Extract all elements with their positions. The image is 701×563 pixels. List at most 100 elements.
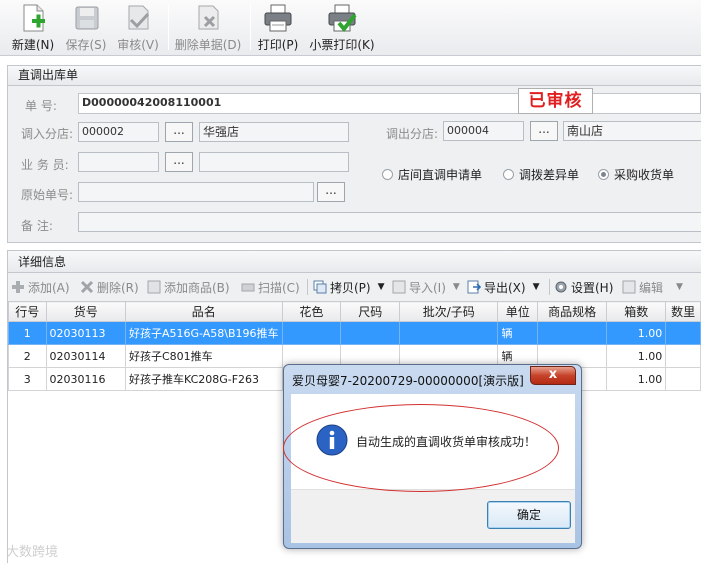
dialog-title: 爱贝母婴7-20200729-00000000[演示版] [292,374,524,388]
new-document-icon [23,4,45,32]
scan-button[interactable]: 扫描(C) [241,276,300,298]
origin-no-field[interactable] [78,182,314,202]
column-header[interactable]: 单位 [497,301,538,322]
out-store-code-field[interactable]: 000004 [443,121,524,141]
import-icon [392,280,406,294]
column-header[interactable]: 批次/子码 [399,301,499,322]
clerk-code-field[interactable] [78,152,159,172]
delete-row-label: 删除(R) [97,280,139,295]
table-cell: 辆 [497,321,538,345]
origin-no-label: 原始单号: [21,188,74,202]
in-store-lookup-button[interactable]: ... [165,122,193,142]
column-header[interactable]: 数里 [665,301,701,322]
delete-document-icon [198,5,219,30]
table-cell: 02030116 [45,367,126,391]
out-store-lookup-button[interactable]: ... [530,121,558,141]
ok-button[interactable]: 确定 [487,501,571,529]
order-no-label: 单 号: [25,99,57,113]
detail-panel-title: 详细信息 [8,251,701,273]
radio-transfer-difference[interactable]: 调拨差异单 [503,166,579,183]
column-header[interactable]: 货号 [45,301,126,322]
approve-button-label: 审核(V) [117,38,159,52]
table-cell: 3 [8,367,47,391]
clerk-label: 业 务 员: [21,158,69,172]
radio-label: 店间直调申请单 [398,168,483,182]
export-icon [467,280,481,294]
scanner-icon [241,283,255,292]
edit-button[interactable]: 编辑 ▼ [622,276,683,298]
save-button-label: 保存(S) [65,38,107,52]
radio-store-transfer-request[interactable]: 店间直调申请单 [382,166,482,183]
column-header[interactable]: 商品规格 [536,301,608,322]
main-toolbar: 新建(N) 保存(S) 审核(V) 删除单据(D) 打印(P) 小票打印(K) [0,0,701,56]
dialog-close-button[interactable]: x [530,366,576,385]
table-cell [281,321,342,345]
import-button[interactable]: 导入(I) ▼ [392,276,460,298]
table-cell: 1.00 [606,321,667,345]
receipt-print-label: 小票打印(K) [309,38,375,52]
radio-purchase-receipt[interactable]: 采购收货单 [598,166,674,183]
print-button[interactable]: 打印(P) [256,0,300,54]
dialog-footer: 确定 [291,489,575,543]
note-field[interactable] [78,212,701,232]
table-cell [340,321,401,345]
close-icon: x [548,367,558,382]
column-header[interactable]: 品名 [124,301,283,322]
copy-button[interactable]: 拷贝(P) ▼ [313,276,385,298]
new-button-label: 新建(N) [11,38,55,52]
table-cell: 1 [8,321,47,345]
in-store-code-field[interactable]: 000002 [78,122,159,142]
table-cell [399,321,499,345]
origin-lookup-button[interactable]: ... [317,182,345,202]
radio-dot [503,169,514,180]
add-row-button[interactable]: 添加(A) [11,276,70,298]
table-cell: 1.00 [606,344,667,368]
edit-label: 编辑 [639,280,664,295]
radio-dot-selected [598,169,609,180]
radio-dot [382,169,393,180]
export-label: 导出(X) [484,280,526,295]
add-product-icon [147,280,161,294]
add-product-label: 添加商品(B) [164,280,230,295]
chevron-down-icon: ▼ [532,282,540,292]
annotation-ellipse [283,404,559,492]
clerk-lookup-button[interactable]: ... [165,152,193,172]
column-header[interactable]: 尺码 [340,301,401,322]
table-row[interactable]: 1 02030113 好孩子A516G-A58\B196推车 辆 1.00 [8,321,701,345]
chevron-down-icon: ▼ [676,282,683,292]
receipt-print-button[interactable]: 小票打印(K) [308,0,376,54]
copy-icon [313,280,327,294]
settings-button[interactable]: 设置(H) [554,276,613,298]
column-header[interactable]: 箱数 [606,301,667,322]
in-store-label: 调入分店: [21,127,74,141]
save-button[interactable]: 保存(S) [64,0,108,54]
gear-icon [555,281,567,293]
new-button[interactable]: 新建(N) [10,0,56,54]
add-product-button[interactable]: 添加商品(B) [147,276,230,298]
toolbar-separator [168,4,169,50]
copy-label: 拷贝(P) [330,280,371,295]
approve-button[interactable]: 审核(V) [116,0,160,54]
detail-toolbar-separator [549,279,550,295]
column-header[interactable]: 花色 [281,301,342,322]
delete-document-label: 删除单据(D) [174,38,242,52]
approve-check-icon [128,5,150,30]
delete-row-button[interactable]: 删除(R) [80,276,139,298]
column-header[interactable]: 行号 [8,301,47,322]
printer-icon [264,4,292,32]
delete-x-icon [80,280,94,294]
watermark: 大数跨境 [6,545,59,560]
radio-label: 调拨差异单 [519,168,580,182]
clerk-name-field [199,152,349,172]
table-cell: 2 [8,344,47,368]
out-store-label: 调出分店: [386,127,439,141]
detail-toolbar-separator [307,279,308,295]
status-badge: 已审核 [518,88,593,114]
radio-label: 采购收货单 [614,168,675,182]
delete-document-button[interactable]: 删除单据(D) [174,0,242,54]
receipt-printer-icon [328,4,357,33]
scan-label: 扫描(C) [258,280,300,295]
export-button[interactable]: 导出(X) ▼ [467,276,540,298]
add-row-label: 添加(A) [28,280,70,295]
table-cell: 02030114 [45,344,126,368]
